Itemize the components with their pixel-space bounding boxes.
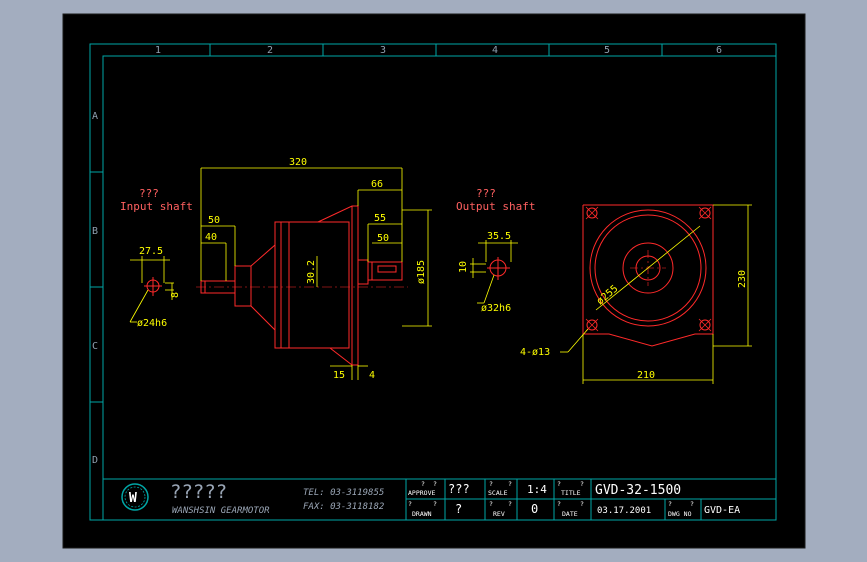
grid-col-3: 3 bbox=[380, 45, 386, 56]
scale-q-mark-2: ? bbox=[508, 480, 512, 488]
approve-label: APPROVE bbox=[408, 489, 435, 497]
rev-q-mark-2: ? bbox=[508, 500, 512, 508]
dwg-q-mark: ? bbox=[668, 500, 672, 508]
rev-value: 0 bbox=[531, 502, 538, 516]
dim-flange-length: 66 bbox=[371, 179, 383, 190]
grid-col-4: 4 bbox=[492, 45, 498, 56]
date-label: DATE bbox=[562, 510, 578, 518]
grid-row-a: A bbox=[92, 111, 98, 122]
dim-shaft-55: 55 bbox=[374, 213, 386, 224]
grid-col-6: 6 bbox=[716, 45, 722, 56]
grid-row-c: C bbox=[92, 341, 98, 352]
dim-spigot: 4 bbox=[369, 370, 375, 381]
dim-center-height: 30.2 bbox=[306, 260, 317, 284]
dwg-q-mark-2: ? bbox=[690, 500, 694, 508]
dim-shaft-50: 50 bbox=[377, 233, 389, 244]
drawn-q-mark-2: ? bbox=[433, 500, 437, 508]
drawn-value: ? bbox=[455, 502, 462, 516]
dim-input-50: 50 bbox=[208, 215, 220, 226]
scale-value: 1:4 bbox=[527, 483, 547, 496]
drawing-sheet bbox=[62, 13, 806, 549]
cad-drawing-viewport: 1 2 3 4 5 6 A B C D ??? Input shaft 27.5 bbox=[62, 13, 806, 549]
dwg-value: GVD-EA bbox=[704, 505, 740, 516]
dwg-label: DWG NO bbox=[668, 510, 692, 518]
front-width-dim: 210 bbox=[637, 370, 655, 381]
dim-flange-thickness: 15 bbox=[333, 370, 345, 381]
scale-label: SCALE bbox=[488, 489, 508, 497]
company-tel: TEL: 03-3119855 bbox=[303, 488, 384, 498]
input-shaft-width-dim: 27.5 bbox=[139, 246, 163, 257]
output-shaft-width-dim: 35.5 bbox=[487, 231, 511, 242]
grid-col-5: 5 bbox=[604, 45, 610, 56]
dim-input-40: 40 bbox=[205, 232, 217, 243]
rev-q-mark: ? bbox=[489, 500, 493, 508]
title-q-mark-2: ? bbox=[580, 480, 584, 488]
input-shaft-key-dim: 8 bbox=[170, 292, 181, 298]
drawn-label: DRAWN bbox=[412, 510, 432, 518]
output-shaft-key-dim: 10 bbox=[458, 261, 469, 273]
input-shaft-caption: Input shaft bbox=[120, 200, 193, 213]
approve-value: ??? bbox=[448, 482, 470, 496]
grid-col-2: 2 bbox=[267, 45, 273, 56]
dim-overall-length: 320 bbox=[289, 157, 307, 168]
input-shaft-diameter: ø24h6 bbox=[137, 318, 167, 329]
company-native-name: ????? bbox=[170, 481, 227, 503]
rev-label: REV bbox=[493, 510, 505, 518]
date-value: 03.17.2001 bbox=[597, 506, 651, 516]
logo-letter: W bbox=[129, 491, 137, 506]
front-holes-dim: 4-ø13 bbox=[520, 347, 550, 358]
title-label: TITLE bbox=[561, 489, 581, 497]
dim-flange-diameter: ø185 bbox=[416, 260, 427, 284]
date-q-mark: ? bbox=[557, 500, 561, 508]
date-q-mark-2: ? bbox=[580, 500, 584, 508]
front-height-dim: 230 bbox=[737, 270, 748, 288]
input-shaft-caption-top: ??? bbox=[139, 187, 159, 200]
grid-col-1: 1 bbox=[155, 45, 161, 56]
output-shaft-diameter: ø32h6 bbox=[481, 303, 511, 314]
company-fax: FAX: 03-3118182 bbox=[303, 502, 384, 512]
approve-q-mark: ? bbox=[421, 480, 425, 488]
company-name: WANSHSIN GEARMOTOR bbox=[172, 506, 270, 516]
title-q-mark: ? bbox=[557, 480, 561, 488]
grid-row-d: D bbox=[92, 455, 98, 466]
scale-q-mark: ? bbox=[489, 480, 493, 488]
grid-row-b: B bbox=[92, 226, 98, 237]
output-shaft-caption: Output shaft bbox=[456, 200, 535, 213]
approve-q-mark-2: ? bbox=[433, 480, 437, 488]
output-shaft-caption-top: ??? bbox=[476, 187, 496, 200]
drawn-q-mark: ? bbox=[408, 500, 412, 508]
title-value: GVD-32-1500 bbox=[595, 483, 681, 498]
